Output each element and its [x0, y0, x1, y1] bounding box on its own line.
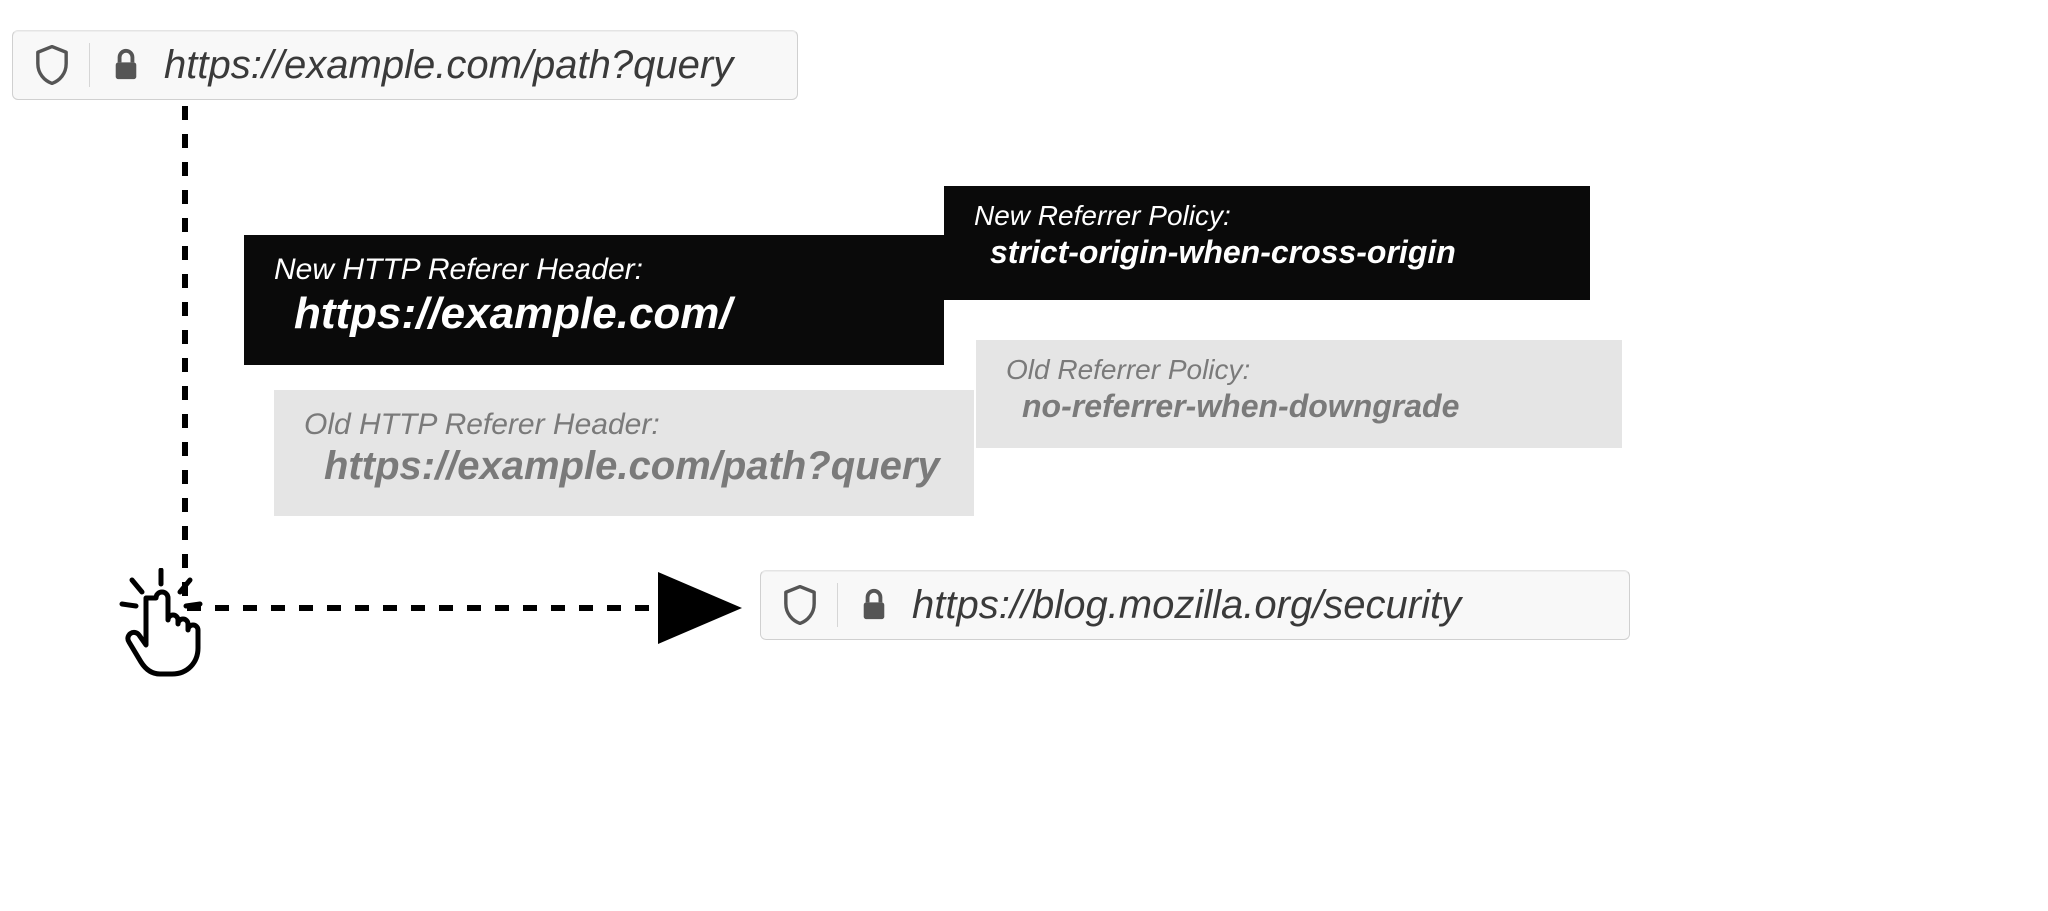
- new-http-referer-value: https://example.com/: [274, 289, 914, 339]
- new-http-referer-box: New HTTP Referer Header: https://example…: [244, 235, 944, 365]
- lock-icon: [110, 47, 142, 83]
- new-http-referer-label: New HTTP Referer Header:: [274, 253, 914, 287]
- click-cursor-icon: [116, 568, 206, 678]
- lock-icon: [858, 587, 890, 623]
- old-http-referer-label: Old HTTP Referer Header:: [304, 408, 944, 442]
- origin-url: https://example.com/path?query: [164, 43, 733, 88]
- shield-icon: [35, 45, 69, 85]
- old-http-referer-box: Old HTTP Referer Header: https://example…: [274, 390, 974, 516]
- new-referrer-policy-value: strict-origin-when-cross-origin: [974, 234, 1560, 271]
- old-referrer-policy-label: Old Referrer Policy:: [1006, 354, 1592, 386]
- old-referrer-policy-box: Old Referrer Policy: no-referrer-when-do…: [976, 340, 1622, 448]
- destination-address-bar: https://blog.mozilla.org/security: [760, 570, 1630, 640]
- shield-icon: [783, 585, 817, 625]
- address-bar-divider: [89, 43, 90, 87]
- new-referrer-policy-label: New Referrer Policy:: [974, 200, 1560, 232]
- new-referrer-policy-box: New Referrer Policy: strict-origin-when-…: [944, 186, 1590, 300]
- destination-url: https://blog.mozilla.org/security: [912, 583, 1461, 628]
- old-referrer-policy-value: no-referrer-when-downgrade: [1006, 388, 1592, 425]
- address-bar-divider: [837, 583, 838, 627]
- origin-address-bar: https://example.com/path?query: [12, 30, 798, 100]
- old-http-referer-value: https://example.com/path?query: [304, 444, 944, 489]
